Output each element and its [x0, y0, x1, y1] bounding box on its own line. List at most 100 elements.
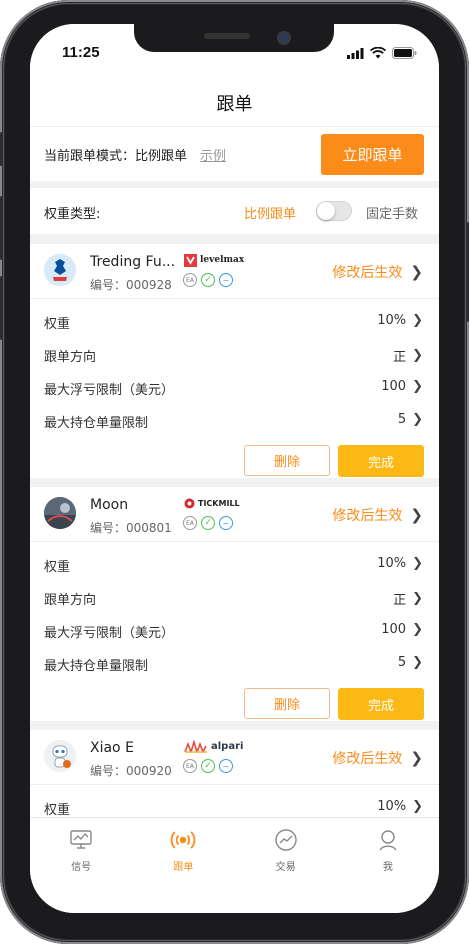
chevron-right-icon: ❯: [412, 379, 423, 394]
follow-card: Treding Fu... 编号：000928 levelmax EA ✓ ~ …: [30, 244, 439, 478]
card-header: Xiao E 编号：000920 alpari EA ✓ ~ 修改后生效 ❯: [30, 730, 439, 785]
chevron-right-icon: ❯: [412, 622, 423, 637]
user-icon: [379, 830, 397, 851]
param-row-weight[interactable]: 权重 10% ❯: [30, 791, 439, 817]
avatar[interactable]: [44, 497, 76, 529]
trend-badge-icon: ~: [219, 759, 233, 773]
tab-signals[interactable]: 信号: [30, 818, 132, 878]
broker-emblem-icon: [184, 253, 197, 267]
param-value: 100 ❯: [381, 622, 423, 637]
param-label: 权重: [44, 560, 71, 575]
chevron-right-icon: ❯: [410, 749, 423, 767]
trend-badge-icon: ~: [219, 273, 233, 287]
follow-mode-bar: 当前跟单模式：比例跟单 示例 立即跟单: [30, 126, 439, 181]
ea-badge-icon: EA: [183, 273, 197, 287]
param-row-weight[interactable]: 权重 10% ❯: [30, 548, 439, 581]
nav-bar: 跟单: [30, 82, 439, 126]
param-value-text: 100: [381, 379, 407, 394]
toggle-knob: [317, 202, 335, 220]
effect-label: 修改后生效: [332, 751, 403, 767]
param-value-text: 10%: [377, 313, 407, 328]
tab-copy-trading[interactable]: 跟单: [132, 818, 234, 878]
badge-group: EA ✓ ~: [183, 759, 233, 773]
broker-name: alpari: [211, 740, 244, 752]
effect-label: 修改后生效: [332, 508, 403, 524]
tab-label: 信号: [71, 862, 92, 873]
ea-badge-icon: EA: [183, 516, 197, 530]
param-value: 5 ❯: [398, 655, 423, 670]
param-value-text: 5: [397, 655, 407, 670]
weight-type-toggle[interactable]: [316, 201, 352, 221]
notch: [134, 24, 334, 52]
effect-after-edit[interactable]: 修改后生效 ❯: [332, 262, 423, 282]
tab-trade[interactable]: 交易: [235, 818, 337, 878]
param-value: 10% ❯: [377, 799, 423, 814]
status-time: 11:25: [62, 44, 100, 61]
chevron-right-icon: ❯: [412, 348, 423, 363]
signal-icon: [347, 47, 364, 59]
param-row-max-positions[interactable]: 最大持仓单量限制 5 ❯: [30, 404, 439, 437]
follow-card: Moon 编号：000801 TICKMILL EA ✓ ~ 修改后生效 ❯ 权…: [30, 487, 439, 721]
param-value: 10% ❯: [377, 556, 423, 571]
trader-name[interactable]: Moon: [90, 497, 128, 513]
param-value: 正 ❯: [393, 346, 423, 365]
example-link[interactable]: 示例: [200, 145, 226, 164]
param-value: 正 ❯: [393, 589, 423, 608]
screen: 11:25 跟单 当前跟单模式：比例跟单 示例 立即跟单 权重类型: 比例跟单 …: [30, 24, 439, 913]
delete-button[interactable]: 删除: [244, 445, 330, 476]
silent-switch: [0, 132, 3, 166]
param-row-direction[interactable]: 跟单方向 正 ❯: [30, 338, 439, 371]
done-button[interactable]: 完成: [338, 688, 424, 720]
battery-icon: [392, 47, 417, 59]
tab-label: 交易: [275, 862, 296, 873]
param-row-max-loss[interactable]: 最大浮亏限制（美元） 100 ❯: [30, 371, 439, 404]
param-row-max-loss[interactable]: 最大浮亏限制（美元） 100 ❯: [30, 614, 439, 647]
param-value-text: 正: [393, 593, 407, 608]
bottom-tab-bar: 信号 跟单 交易 我: [30, 817, 439, 878]
ea-badge-icon: EA: [183, 759, 197, 773]
broker-name: TICKMILL: [198, 498, 240, 508]
avatar[interactable]: [44, 254, 76, 286]
page-title: 跟单: [216, 94, 253, 115]
param-row-max-positions[interactable]: 最大持仓单量限制 5 ❯: [30, 647, 439, 680]
home-indicator-area: [30, 877, 439, 913]
chevron-right-icon: ❯: [412, 799, 423, 814]
broker-logo: TICKMILL: [184, 496, 240, 510]
param-row-weight[interactable]: 权重 10% ❯: [30, 305, 439, 338]
param-label: 权重: [44, 803, 71, 817]
param-label: 跟单方向: [44, 593, 97, 608]
trader-code: 编号：000920: [90, 764, 172, 778]
weight-type-bar: 权重类型: 比例跟单 固定手数: [30, 188, 439, 234]
trader-code: 编号：000801: [90, 521, 172, 535]
param-value-text: 10%: [377, 556, 407, 571]
broker-logo: alpari: [184, 739, 243, 753]
broker-emblem-icon: [184, 498, 195, 508]
badge-group: EA ✓ ~: [183, 273, 233, 287]
follow-now-button[interactable]: 立即跟单: [321, 134, 424, 175]
chevron-right-icon: ❯: [410, 263, 423, 281]
weight-option-fixed-lots[interactable]: 固定手数: [366, 203, 418, 222]
tab-label: 我: [382, 862, 393, 873]
delete-button[interactable]: 删除: [244, 688, 330, 719]
card-header: Treding Fu... 编号：000928 levelmax EA ✓ ~ …: [30, 244, 439, 299]
weight-option-ratio[interactable]: 比例跟单: [244, 203, 296, 222]
param-label: 权重: [44, 317, 71, 332]
done-button[interactable]: 完成: [338, 445, 424, 477]
param-value-text: 100: [381, 622, 407, 637]
speaker-grille: [204, 33, 250, 39]
effect-label: 修改后生效: [332, 265, 403, 281]
tab-me[interactable]: 我: [337, 818, 439, 878]
effect-after-edit[interactable]: 修改后生效 ❯: [332, 505, 423, 525]
verified-check-icon: ✓: [201, 273, 215, 287]
trader-name[interactable]: Treding Fu...: [90, 254, 175, 270]
trend-chart-icon: [274, 829, 297, 851]
weight-type-label: 权重类型:: [44, 207, 101, 222]
avatar[interactable]: [44, 740, 76, 772]
broadcast-icon: [171, 831, 196, 849]
effect-after-edit[interactable]: 修改后生效 ❯: [332, 748, 423, 768]
chevron-right-icon: ❯: [412, 655, 423, 670]
card-header: Moon 编号：000801 TICKMILL EA ✓ ~ 修改后生效 ❯: [30, 487, 439, 542]
chevron-right-icon: ❯: [412, 591, 423, 606]
param-row-direction[interactable]: 跟单方向 正 ❯: [30, 581, 439, 614]
trader-name[interactable]: Xiao E: [90, 740, 134, 756]
